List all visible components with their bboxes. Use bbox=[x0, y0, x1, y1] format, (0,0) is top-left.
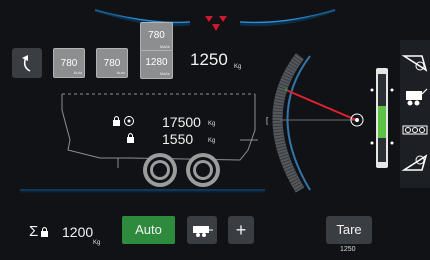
add-button-label: + bbox=[235, 220, 247, 240]
axles-button[interactable] bbox=[401, 122, 429, 138]
auto-button-label: Auto bbox=[135, 222, 162, 237]
gross-weight-unit: Kg bbox=[208, 121, 216, 127]
tilt-target-button[interactable] bbox=[400, 48, 430, 78]
gross-weight-value: 17500 bbox=[162, 114, 201, 130]
lock-icon-footer bbox=[41, 227, 48, 237]
trailer-side-button[interactable] bbox=[400, 85, 430, 111]
total-weight-value: 1200 bbox=[62, 224, 94, 240]
tare-button[interactable]: Tare bbox=[326, 216, 372, 244]
tilt-target-button-2[interactable] bbox=[400, 148, 430, 178]
tare-button-label: Tare bbox=[336, 222, 362, 237]
auto-button[interactable]: Auto bbox=[122, 216, 175, 244]
total-weight-unit: Kg bbox=[93, 240, 101, 246]
level-bar-fill bbox=[378, 106, 386, 138]
level-bar bbox=[370, 68, 394, 168]
lock-target-icon bbox=[113, 116, 134, 126]
tare-weight-value: 1550 bbox=[162, 131, 194, 147]
tare-button-value: 1250 bbox=[340, 246, 356, 253]
trailer-wheels bbox=[143, 153, 220, 187]
gauge-needle bbox=[285, 89, 357, 121]
tare-weight-unit: Kg bbox=[208, 138, 216, 144]
add-button[interactable]: + bbox=[228, 216, 254, 244]
trailer-mode-button[interactable] bbox=[187, 216, 217, 244]
svg-text:[: [ bbox=[266, 116, 269, 125]
sum-symbol: Σ bbox=[29, 223, 39, 240]
trailer-icon bbox=[193, 226, 213, 237]
lock-icon bbox=[127, 133, 134, 143]
